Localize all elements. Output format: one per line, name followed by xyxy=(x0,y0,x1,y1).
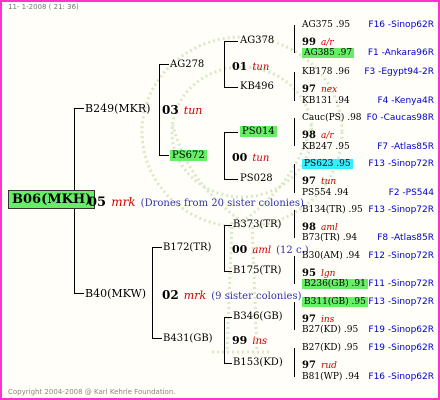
ancestor-location: F13 -Sinop72R xyxy=(368,297,434,307)
queen-ps672[interactable]: PS672 xyxy=(170,150,207,162)
ancestor-row[interactable]: PS554 .94 xyxy=(302,187,349,199)
connector xyxy=(294,72,295,101)
ancestor-row[interactable]: Cauc(PS) .98 xyxy=(302,112,362,124)
queen-b373[interactable]: B373(TR) xyxy=(233,219,281,231)
copyright: Copyright 2004-2008 @ Karl Kehrle Founda… xyxy=(8,388,176,396)
queen-b40-info: 02 mrk (9 sister colonies) xyxy=(162,288,302,302)
connector xyxy=(224,225,225,271)
connector xyxy=(74,108,84,109)
queen-ps028-info: 97 tun xyxy=(302,176,337,187)
queen-b172-info: 00 aml (12 c.) xyxy=(232,243,309,257)
ancestor-row[interactable]: B27(KD) .95 xyxy=(302,342,358,354)
root-info: 05 mrk (Drones from 20 sister colonies) xyxy=(88,195,304,210)
ancestor-row[interactable]: AG385 .97 xyxy=(302,47,355,59)
ancestor-row[interactable]: B81(WP) .94 xyxy=(302,371,360,383)
queen-ps028[interactable]: PS028 xyxy=(240,173,273,185)
ancestor-location: F3 -Egypt94-2R xyxy=(364,67,434,77)
connector xyxy=(294,164,295,193)
ancestor-row[interactable]: KB131 .94 xyxy=(302,95,350,107)
ancestor-location: F1 -Ankara96R xyxy=(367,48,434,58)
queen-b172[interactable]: B172(TR) xyxy=(163,242,211,254)
queen-kb496-info: 97 nex xyxy=(302,84,338,95)
ancestor-row[interactable]: KB178 .96 xyxy=(302,66,350,78)
ancestor-location: F16 -Sinop62R xyxy=(368,372,434,382)
queen-ag278[interactable]: AG278 xyxy=(170,59,204,71)
ancestor-row[interactable]: B30(AM) .94 xyxy=(302,250,360,262)
connector xyxy=(294,302,295,330)
queen-ag278-info: 01 tun xyxy=(232,60,270,74)
queen-b431-info: 99 ins xyxy=(232,334,268,348)
queen-b153[interactable]: B153(KD) xyxy=(233,357,283,369)
ancestor-location: F19 -Sinop62R xyxy=(368,343,434,353)
connector xyxy=(159,64,160,155)
connector xyxy=(294,210,295,238)
connector xyxy=(224,132,238,133)
queen-ag378[interactable]: AG378 xyxy=(240,35,274,47)
connector xyxy=(74,293,84,294)
ancestor-location: F19 -Sinop62R xyxy=(368,325,434,335)
ancestor-location: F2 -PS544 xyxy=(388,188,434,198)
queen-kb496[interactable]: KB496 xyxy=(240,81,274,93)
connector xyxy=(224,132,225,179)
queen-ps014[interactable]: PS014 xyxy=(240,126,277,138)
ancestor-location: F13 -Sinop72R xyxy=(368,159,434,169)
queen-b346[interactable]: B346(GB) xyxy=(233,311,283,323)
connector xyxy=(224,317,225,363)
connector xyxy=(152,247,162,248)
connector xyxy=(294,348,295,377)
connector xyxy=(224,179,238,180)
connector xyxy=(224,41,238,42)
connector xyxy=(152,338,162,339)
connector xyxy=(159,155,169,156)
queen-b40[interactable]: B40(MKW) xyxy=(85,288,146,300)
ancestor-row[interactable]: B236(GB) .91 xyxy=(302,278,368,290)
ancestor-location: F4 -Kenya4R xyxy=(377,96,434,106)
ancestor-location: F8 -Atlas85R xyxy=(377,233,434,243)
queen-b249[interactable]: B249(MKR) xyxy=(85,103,150,115)
ancestor-location: F12 -Sinop72R xyxy=(368,251,434,261)
connector xyxy=(224,363,232,364)
ancestor-row[interactable]: B27(KD) .95 xyxy=(302,324,358,336)
connector xyxy=(224,271,232,272)
ancestor-row[interactable]: AG375 .95 xyxy=(302,19,350,31)
ancestor-row[interactable]: B73(TR) .94 xyxy=(302,232,357,244)
root-queen[interactable]: B06(MKH) xyxy=(8,190,96,209)
queen-b153-info: 97 rud xyxy=(302,360,337,371)
connector xyxy=(152,247,153,339)
ancestor-row[interactable]: B311(GB) .95 xyxy=(302,296,368,308)
connector xyxy=(224,87,238,88)
connector xyxy=(294,25,295,53)
queen-b249-info: 03 tun xyxy=(162,103,203,117)
connector xyxy=(224,317,232,318)
connector xyxy=(294,118,295,146)
queen-ps672-info: 00 tun xyxy=(232,151,270,165)
pedigree-frame: 11- 1-2008 ( 21: 36) B06(MKH) 05 mrk (Dr… xyxy=(0,0,440,400)
header-date: 11- 1-2008 ( 21: 36) xyxy=(8,3,79,11)
ancestor-location: F13 -Sinop72R xyxy=(368,205,434,215)
ancestor-row[interactable]: PS623 .95 xyxy=(302,158,353,170)
queen-b431[interactable]: B431(GB) xyxy=(163,333,213,345)
ancestor-location: F16 -Sinop62R xyxy=(368,20,434,30)
ancestor-row[interactable]: B134(TR) .95 xyxy=(302,204,363,216)
ancestor-row[interactable]: KB247 .95 xyxy=(302,141,350,153)
connector xyxy=(224,41,225,87)
connector xyxy=(159,64,169,65)
queen-b175[interactable]: B175(TR) xyxy=(233,265,281,277)
connector xyxy=(224,225,232,226)
ancestor-location: F0 -Caucas98R xyxy=(366,113,434,123)
ancestor-location: F7 -Atlas85R xyxy=(377,142,434,152)
connector xyxy=(294,256,295,284)
ancestor-location: F11 -Sinop72R xyxy=(368,279,434,289)
queen-ps014-info: 98 a/r xyxy=(302,130,334,141)
